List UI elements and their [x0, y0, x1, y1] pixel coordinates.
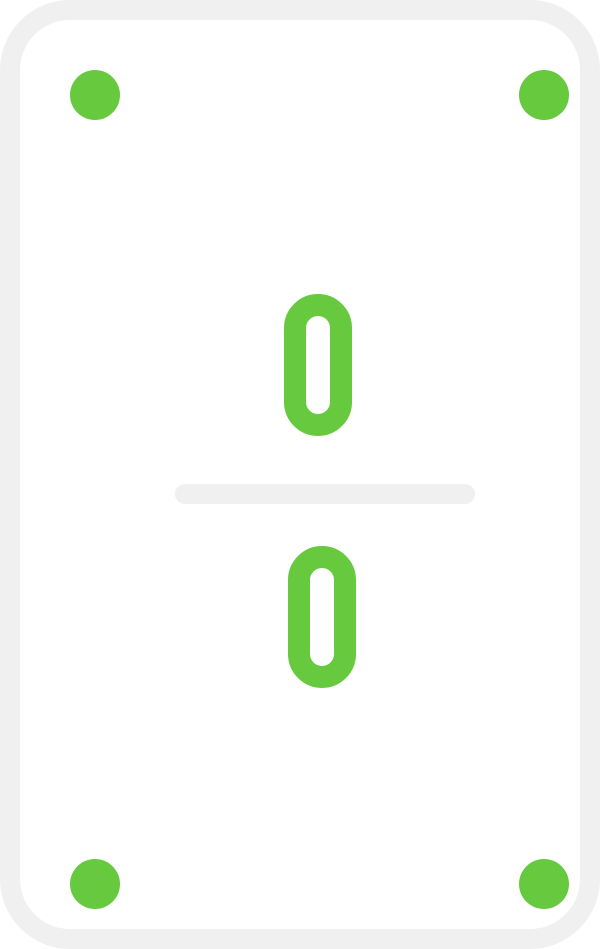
corner-pip-bottom-right [519, 859, 569, 909]
zero-glyph-shape [284, 294, 352, 436]
card-divider [175, 484, 475, 504]
corner-pip-bottom-left [70, 859, 120, 909]
corner-pip-top-right [519, 70, 569, 120]
bottom-value-digit: 0 [288, 546, 356, 688]
top-value-digit: 0 [284, 294, 352, 436]
zero-glyph-shape [288, 546, 356, 688]
domino-card[interactable]: 0 0 [0, 0, 600, 949]
corner-pip-top-left [70, 70, 120, 120]
card-bottom-half: 0 [20, 546, 600, 693]
card-top-half: 0 [20, 294, 600, 441]
